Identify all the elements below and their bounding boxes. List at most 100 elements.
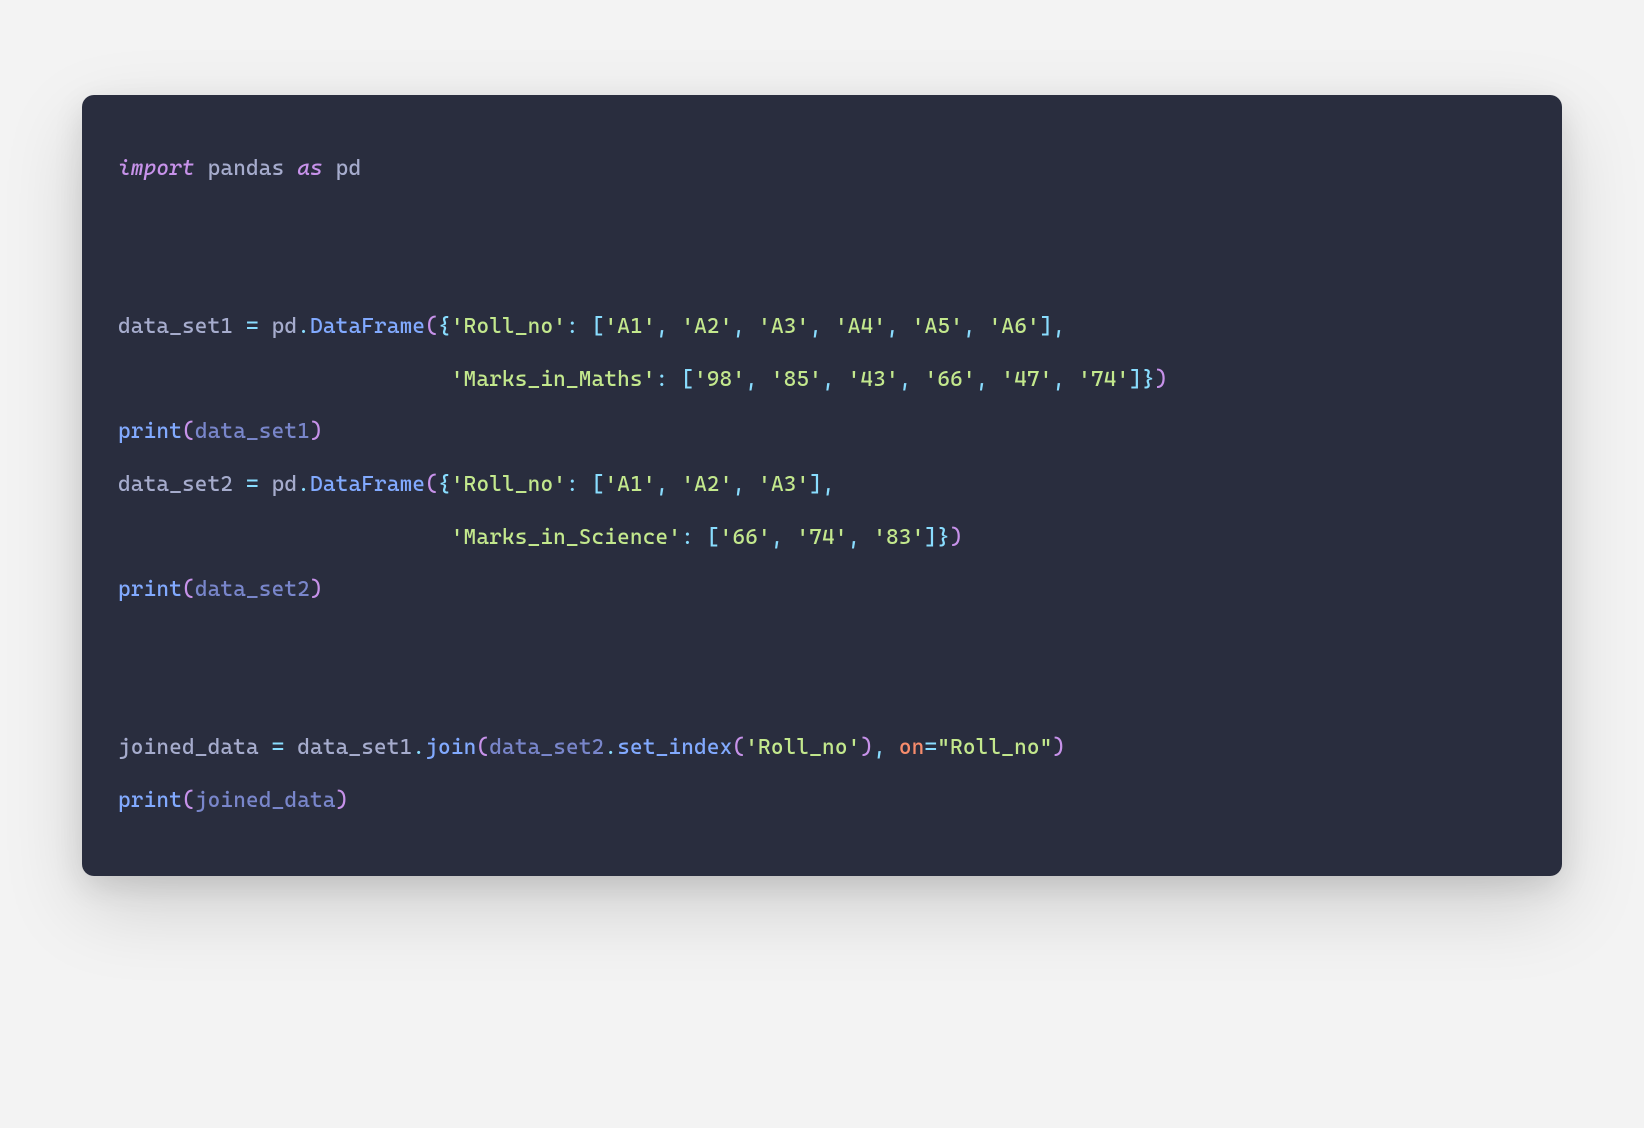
key-marks-science: 'Marks_in_Science' <box>451 525 681 550</box>
comma: , <box>848 525 861 550</box>
arg-dataset1: data_set1 <box>195 419 310 444</box>
key-rollno: 'Roll_no' <box>451 472 566 497</box>
rbrace: } <box>1142 367 1155 392</box>
str-43: '43' <box>848 367 899 392</box>
lparen: ( <box>425 314 438 339</box>
arg-dataset2: data_set2 <box>195 577 310 602</box>
arg-joined: joined_data <box>195 788 336 813</box>
rbracket: ] <box>924 525 937 550</box>
rbrace: } <box>937 525 950 550</box>
rparen: ) <box>950 525 963 550</box>
str-74: '74' <box>796 525 847 550</box>
fn-print: print <box>118 419 182 444</box>
lbracket: [ <box>592 314 605 339</box>
lparen: ( <box>732 735 745 760</box>
op-assign: = <box>272 735 285 760</box>
code-content: import pandas as pd data_set1 = pd.DataF… <box>118 143 1526 828</box>
str-85: '85' <box>771 367 822 392</box>
str-74: '74' <box>1078 367 1129 392</box>
rparen: ) <box>310 577 323 602</box>
comma: , <box>976 367 989 392</box>
dot: . <box>297 472 310 497</box>
code-block: import pandas as pd data_set1 = pd.DataF… <box>82 95 1562 876</box>
str-a3: 'A3' <box>758 472 809 497</box>
lbrace: { <box>438 314 451 339</box>
colon: : <box>566 314 579 339</box>
colon: : <box>681 525 694 550</box>
lbracket: [ <box>592 472 605 497</box>
dot: . <box>604 735 617 760</box>
str-a2: 'A2' <box>681 472 732 497</box>
keyword-import: import <box>118 156 195 181</box>
fn-setindex: set_index <box>617 735 732 760</box>
fn-dataframe: DataFrame <box>310 314 425 339</box>
comma: , <box>873 735 886 760</box>
str-a6: 'A6' <box>989 314 1040 339</box>
module-ref: pd <box>272 472 298 497</box>
obj-dataset1: data_set1 <box>297 735 412 760</box>
rbracket: ] <box>1129 367 1142 392</box>
rparen: ) <box>1052 735 1065 760</box>
op-assign: = <box>246 472 259 497</box>
key-marks-maths: 'Marks_in_Maths' <box>451 367 656 392</box>
str-a3: 'A3' <box>758 314 809 339</box>
lbracket: [ <box>707 525 720 550</box>
comma: , <box>822 367 835 392</box>
param-on: on <box>899 735 925 760</box>
comma: , <box>822 472 835 497</box>
fn-print: print <box>118 788 182 813</box>
comma: , <box>733 472 746 497</box>
lparen: ( <box>425 472 438 497</box>
keyword-as: as <box>297 156 323 181</box>
lparen: ( <box>476 735 489 760</box>
str-a4: 'A4' <box>835 314 886 339</box>
module-ref: pd <box>272 314 298 339</box>
comma: , <box>656 472 669 497</box>
dot: . <box>412 735 425 760</box>
comma: , <box>1053 314 1066 339</box>
colon: : <box>656 367 669 392</box>
str-66: '66' <box>720 525 771 550</box>
key-rollno: 'Roll_no' <box>451 314 566 339</box>
dot: . <box>297 314 310 339</box>
module-pandas: pandas <box>208 156 285 181</box>
str-a5: 'A5' <box>912 314 963 339</box>
comma: , <box>656 314 669 339</box>
lparen: ( <box>182 419 195 444</box>
alias-pd: pd <box>336 156 362 181</box>
str-a1: 'A1' <box>604 472 655 497</box>
rbracket: ] <box>1040 314 1053 339</box>
lbrace: { <box>438 472 451 497</box>
str-98: '98' <box>694 367 745 392</box>
comma: , <box>886 314 899 339</box>
var-joined: joined_data <box>118 735 259 760</box>
rparen: ) <box>310 419 323 444</box>
rbracket: ] <box>809 472 822 497</box>
op-assign: = <box>246 314 259 339</box>
rparen: ) <box>1155 367 1168 392</box>
str-a1: 'A1' <box>604 314 655 339</box>
lparen: ( <box>182 788 195 813</box>
str-rollno2: "Roll_no" <box>937 735 1052 760</box>
colon: : <box>566 472 579 497</box>
comma: , <box>1052 367 1065 392</box>
op-eq: = <box>924 735 937 760</box>
var-dataset1: data_set1 <box>118 314 233 339</box>
fn-print: print <box>118 577 182 602</box>
comma: , <box>963 314 976 339</box>
str-47: '47' <box>1001 367 1052 392</box>
comma: , <box>809 314 822 339</box>
obj-dataset2: data_set2 <box>489 735 604 760</box>
str-66: '66' <box>924 367 975 392</box>
comma: , <box>733 314 746 339</box>
fn-dataframe: DataFrame <box>310 472 425 497</box>
str-a2: 'A2' <box>681 314 732 339</box>
comma: , <box>899 367 912 392</box>
rparen: ) <box>336 788 349 813</box>
rparen: ) <box>860 735 873 760</box>
lparen: ( <box>182 577 195 602</box>
str-rollno: 'Roll_no' <box>745 735 860 760</box>
str-83: '83' <box>873 525 924 550</box>
lbracket: [ <box>681 367 694 392</box>
fn-join: join <box>425 735 476 760</box>
